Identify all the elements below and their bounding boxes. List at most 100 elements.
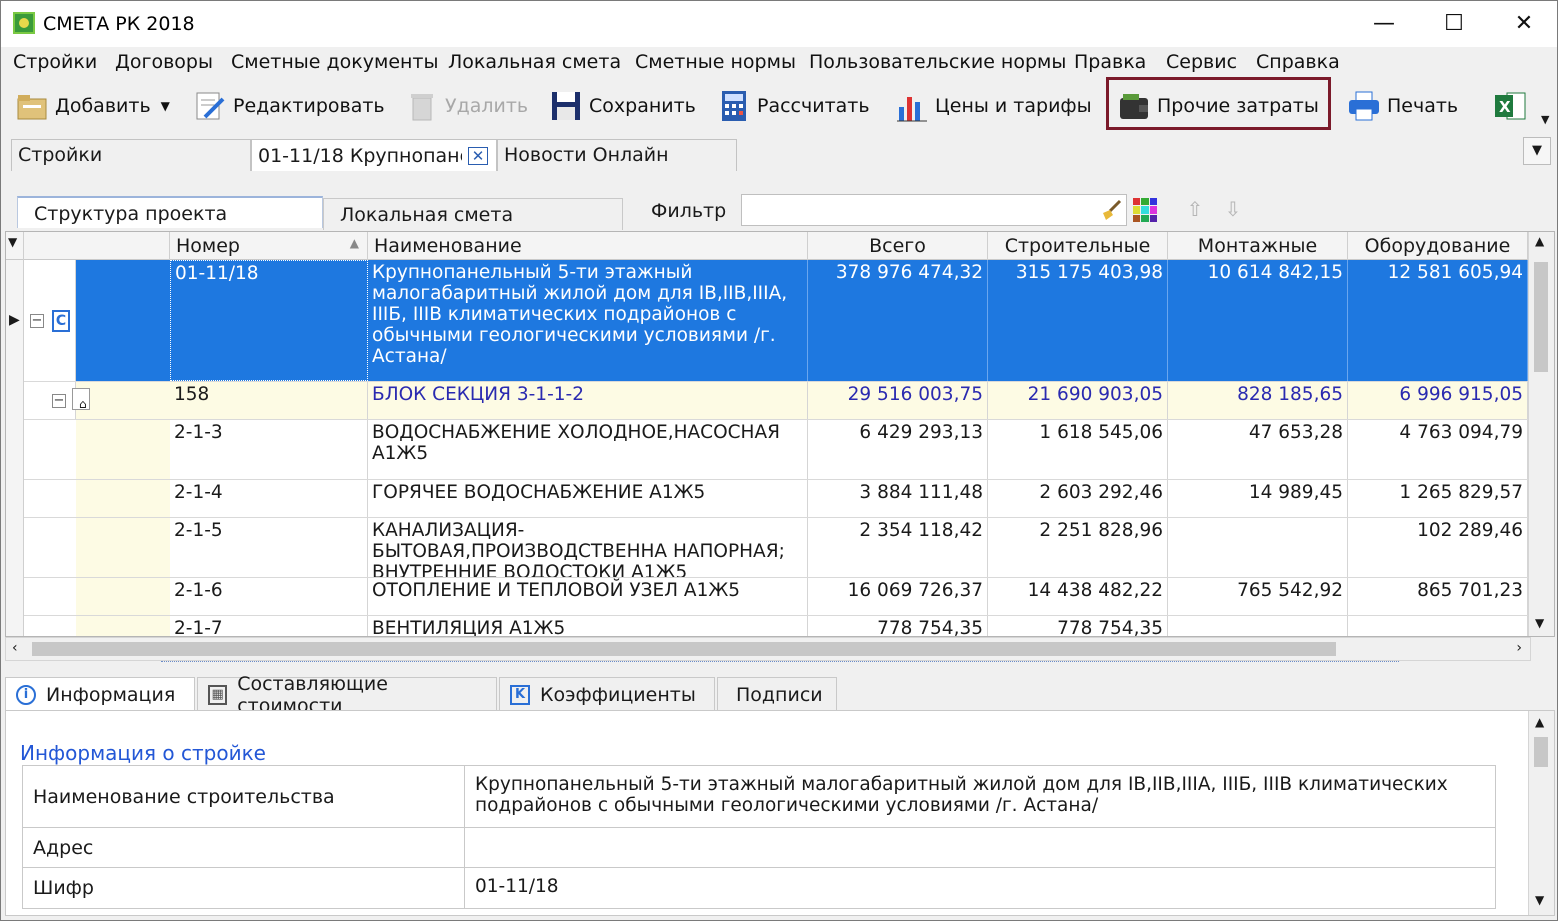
info-value[interactable]: 01-11/18 bbox=[465, 868, 1495, 908]
move-down-arrow-icon[interactable]: ⇩ bbox=[1221, 198, 1245, 222]
document-tabs: Стройки 01-11/18 Крупнопане ✕ Новости Он… bbox=[1, 135, 1557, 175]
cell-name: ВЕНТИЛЯЦИЯ А1Ж5 bbox=[368, 616, 808, 636]
clear-filter-broom-icon[interactable] bbox=[1100, 199, 1122, 221]
tab-coefficients[interactable]: K Коэффициенты bbox=[499, 677, 715, 711]
save-button[interactable]: Сохранить bbox=[549, 83, 696, 129]
scroll-up-icon[interactable]: ▲ bbox=[1535, 234, 1544, 248]
color-grid-icon[interactable] bbox=[1133, 198, 1157, 222]
collapse-icon[interactable]: − bbox=[52, 394, 66, 408]
tab-project-label: 01-11/18 Крупнопане bbox=[258, 144, 462, 167]
calculate-label: Рассчитать bbox=[757, 95, 870, 117]
header-construction[interactable]: Строительные bbox=[988, 232, 1168, 260]
filter-input[interactable] bbox=[741, 194, 1127, 226]
table-row[interactable]: − С 01-11/18 Крупнопанельный 5-ти этажны… bbox=[24, 260, 1528, 382]
cell-total: 3 884 111,48 bbox=[808, 480, 988, 517]
move-up-arrow-icon[interactable]: ⇧ bbox=[1183, 198, 1207, 222]
info-value[interactable]: Крупнопанельный 5-ти этажный малогабарит… bbox=[465, 766, 1495, 827]
chevron-down-icon[interactable]: ▼ bbox=[161, 99, 170, 113]
table-row[interactable]: 2-1-5 КАНАЛИЗАЦИЯ-БЫТОВАЯ,ПРОИЗВОДСТВЕНН… bbox=[24, 518, 1528, 578]
header-total[interactable]: Всего bbox=[808, 232, 988, 260]
table-row[interactable]: 2-1-4 ГОРЯЧЕЕ ВОДОСНАБЖЕНИЕ А1Ж5 3 884 1… bbox=[24, 480, 1528, 518]
scroll-up-icon[interactable]: ▲ bbox=[1535, 715, 1544, 729]
cell-name: Крупнопанельный 5-ти этажный малогабарит… bbox=[368, 260, 808, 381]
printer-icon bbox=[1349, 91, 1379, 121]
tab-news[interactable]: Новости Онлайн bbox=[497, 139, 737, 171]
tab-stroyki[interactable]: Стройки bbox=[11, 139, 251, 171]
cell-total: 29 516 003,75 bbox=[808, 382, 988, 419]
cell-total: 6 429 293,13 bbox=[808, 420, 988, 479]
cell-total: 378 976 474,32 bbox=[808, 260, 988, 381]
print-button[interactable]: Печать bbox=[1347, 83, 1458, 129]
tab-coefficients-label: Коэффициенты bbox=[540, 683, 696, 706]
panel-splitter[interactable] bbox=[161, 661, 1399, 669]
table-row[interactable]: 2-1-7 ВЕНТИЛЯЦИЯ А1Ж5 778 754,35 778 754… bbox=[24, 616, 1528, 636]
column-chooser-icon[interactable]: ▼ bbox=[6, 232, 24, 260]
info-section-title: Информация о стройке bbox=[20, 741, 266, 765]
tab-project[interactable]: 01-11/18 Крупнопане ✕ bbox=[251, 139, 497, 171]
info-row: Наименование строительства Крупнопанельн… bbox=[23, 766, 1495, 828]
menu-lokalnaya-smeta[interactable]: Локальная смета bbox=[448, 51, 621, 73]
info-label: Наименование строительства bbox=[23, 766, 465, 827]
edit-button[interactable]: Редактировать bbox=[193, 83, 385, 129]
collapse-icon[interactable]: − bbox=[30, 314, 44, 328]
table-horizontal-scrollbar[interactable]: ‹ › bbox=[5, 637, 1531, 661]
cell-installation bbox=[1168, 616, 1348, 636]
minimize-button[interactable]: — bbox=[1349, 1, 1419, 47]
tab-signatures[interactable]: Подписи bbox=[717, 677, 837, 711]
info-vertical-scrollbar[interactable]: ▲ ▼ bbox=[1528, 711, 1554, 915]
scrollbar-thumb[interactable] bbox=[1534, 262, 1548, 372]
table-header: ▼ Номер ▲ Наименование Всего Строительные… bbox=[6, 232, 1528, 260]
scroll-down-icon[interactable]: ▼ bbox=[1535, 616, 1544, 630]
scroll-right-icon[interactable]: › bbox=[1516, 640, 1522, 656]
current-row-pointer-icon: ▶ bbox=[9, 312, 20, 328]
menu-smetnye-normy[interactable]: Сметные нормы bbox=[635, 51, 796, 73]
print-label: Печать bbox=[1387, 95, 1459, 117]
toolbar-overflow-icon[interactable]: ▼ bbox=[1541, 113, 1549, 126]
cell-equipment: 865 701,23 bbox=[1348, 578, 1528, 615]
header-installation[interactable]: Монтажные bbox=[1168, 232, 1348, 260]
maximize-button[interactable]: ☐ bbox=[1419, 1, 1489, 47]
cell-name: ВОДОСНАБЖЕНИЕ ХОЛОДНОЕ,НАСОСНАЯ А1Ж5 bbox=[368, 420, 808, 479]
table-vertical-scrollbar[interactable]: ▲ ▼ bbox=[1528, 232, 1554, 636]
menu-pravka[interactable]: Правка bbox=[1074, 51, 1146, 73]
scroll-left-icon[interactable]: ‹ bbox=[12, 640, 18, 656]
menu-spravka[interactable]: Справка bbox=[1256, 51, 1340, 73]
tree-cell bbox=[24, 578, 170, 615]
calculator-small-icon: ▦ bbox=[208, 684, 228, 705]
excel-icon: X bbox=[1495, 92, 1526, 120]
menu-servis[interactable]: Сервис bbox=[1166, 51, 1237, 73]
calculate-button[interactable]: Рассчитать bbox=[717, 83, 870, 129]
add-button[interactable]: Добавить ▼ bbox=[15, 83, 170, 129]
menu-user-norms[interactable]: Пользовательские нормы bbox=[809, 51, 1066, 73]
tab-info-label: Информация bbox=[46, 683, 176, 706]
menu-smetnye-dokumenty[interactable]: Сметные документы bbox=[231, 51, 439, 73]
tab-project-structure[interactable]: Структура проекта bbox=[17, 196, 323, 228]
menu-dogovory[interactable]: Договоры bbox=[115, 51, 213, 73]
menu-stroyki[interactable]: Стройки bbox=[13, 51, 97, 73]
prices-button[interactable]: Цены и тарифы bbox=[895, 83, 1092, 129]
row-indicator-column: ▶ bbox=[6, 260, 24, 636]
info-label: Шифр bbox=[23, 868, 465, 908]
scrollbar-thumb[interactable] bbox=[32, 642, 1336, 656]
scrollbar-thumb[interactable] bbox=[1534, 737, 1548, 767]
close-button[interactable]: ✕ bbox=[1489, 1, 1558, 47]
cell-equipment: 12 581 605,94 bbox=[1348, 260, 1528, 381]
tab-cost-components[interactable]: ▦ Составляющие стоимости bbox=[197, 673, 497, 717]
table-row[interactable]: 2-1-3 ВОДОСНАБЖЕНИЕ ХОЛОДНОЕ,НАСОСНАЯ А1… bbox=[24, 420, 1528, 480]
cell-number: 158 bbox=[170, 382, 368, 419]
tabs-dropdown-button[interactable]: ▼ bbox=[1523, 137, 1551, 165]
close-tab-icon[interactable]: ✕ bbox=[468, 147, 489, 165]
info-value[interactable] bbox=[465, 828, 1495, 867]
header-name[interactable]: Наименование bbox=[368, 232, 808, 260]
delete-button[interactable]: Удалить bbox=[405, 83, 528, 129]
cell-construction: 778 754,35 bbox=[988, 616, 1168, 636]
excel-export-button[interactable]: X bbox=[1493, 83, 1533, 129]
tab-local-estimate[interactable]: Локальная смета bbox=[323, 198, 623, 230]
table-row[interactable]: − ⌂ 158 БЛОК СЕКЦИЯ 3-1-1-2 29 516 003,7… bbox=[24, 382, 1528, 420]
table-row[interactable]: 2-1-6 ОТОПЛЕНИЕ И ТЕПЛОВОЙ УЗЕЛ А1Ж5 16 … bbox=[24, 578, 1528, 616]
cell-equipment: 4 763 094,79 bbox=[1348, 420, 1528, 479]
tab-info[interactable]: i Информация bbox=[5, 677, 195, 711]
header-number[interactable]: Номер ▲ bbox=[170, 232, 368, 260]
scroll-down-icon[interactable]: ▼ bbox=[1535, 893, 1544, 907]
header-equipment[interactable]: Оборудование bbox=[1348, 232, 1528, 260]
